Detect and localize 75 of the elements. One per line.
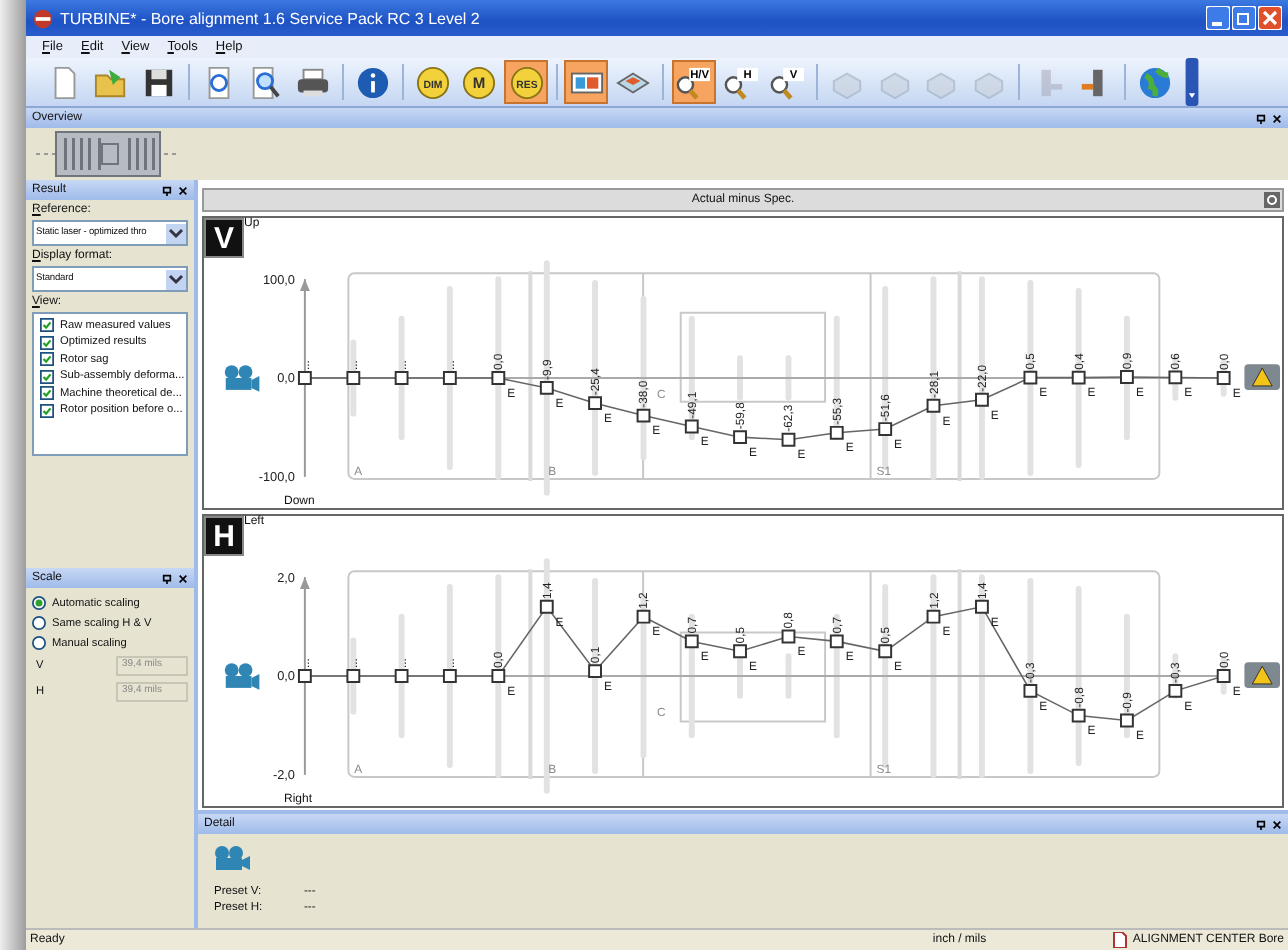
pin-icon[interactable] (1256, 113, 1266, 123)
dropdown-arrow-icon (166, 223, 186, 243)
data-point[interactable] (442, 371, 457, 385)
camera-icon (214, 846, 250, 870)
checkbox[interactable] (40, 386, 54, 400)
close-icon[interactable] (1272, 113, 1282, 123)
data-point[interactable] (1168, 370, 1183, 385)
data-point[interactable] (733, 430, 747, 445)
data-point[interactable] (878, 644, 893, 659)
data-point[interactable] (878, 422, 893, 436)
data-point[interactable] (539, 599, 554, 614)
camera-icon[interactable] (224, 663, 260, 690)
minimize-icon[interactable] (1206, 6, 1230, 30)
data-point[interactable] (1023, 683, 1038, 698)
checkbox[interactable] (40, 335, 54, 349)
restore-icon[interactable] (1232, 6, 1256, 30)
data-point[interactable] (1216, 371, 1231, 385)
window-title: TURBINE* - Bore alignment 1.6 Service Pack RC 3 Level 2 (60, 9, 482, 27)
warning-icon[interactable] (1244, 662, 1280, 688)
data-point[interactable] (781, 432, 796, 447)
view-badge: V (204, 218, 244, 258)
warning-icon[interactable] (1244, 364, 1280, 390)
checkbox[interactable] (40, 369, 54, 383)
data-point[interactable] (346, 669, 361, 683)
data-point[interactable] (684, 634, 699, 649)
data-point[interactable] (297, 371, 312, 385)
rotor-overview-drawing (36, 130, 180, 178)
pin-icon[interactable] (1256, 819, 1266, 829)
display-icon[interactable] (564, 60, 608, 104)
data-point[interactable] (684, 419, 699, 434)
data-point[interactable] (297, 669, 312, 683)
data-point[interactable] (829, 634, 844, 649)
data-point[interactable] (346, 371, 361, 385)
data-point[interactable] (1120, 370, 1134, 384)
radio-button[interactable] (32, 596, 46, 610)
data-point[interactable] (781, 629, 796, 644)
data-point[interactable] (1120, 713, 1134, 728)
data-point[interactable] (1071, 370, 1086, 385)
pin-icon[interactable] (162, 185, 172, 195)
data-point[interactable] (442, 669, 457, 683)
radio-button[interactable] (32, 636, 46, 650)
data-point[interactable] (1071, 708, 1086, 723)
data-point[interactable] (975, 392, 989, 407)
data-point[interactable] (539, 381, 554, 395)
data-point[interactable] (636, 408, 651, 423)
close-icon[interactable] (1272, 819, 1282, 829)
settings-icon[interactable] (1264, 192, 1280, 208)
data-point[interactable] (1216, 669, 1231, 683)
data-point[interactable] (926, 609, 941, 624)
dropdown-arrow-icon (166, 269, 186, 289)
document-icon (1112, 932, 1129, 948)
radio-button[interactable] (32, 616, 46, 630)
data-point[interactable] (491, 371, 506, 385)
data-point[interactable] (588, 396, 602, 411)
toolbar-options-icon[interactable] (1184, 58, 1200, 106)
view-badge: H (204, 516, 244, 556)
data-point[interactable] (975, 599, 989, 614)
close-icon[interactable] (178, 573, 188, 583)
data-point[interactable] (394, 669, 409, 683)
data-point[interactable] (394, 371, 409, 385)
data-point[interactable] (829, 425, 844, 440)
pin-icon[interactable] (162, 573, 172, 583)
data-point[interactable] (733, 644, 747, 659)
data-point[interactable] (926, 398, 941, 413)
camera-icon[interactable] (224, 365, 260, 392)
checkbox[interactable] (40, 318, 54, 332)
icon-label: M (472, 72, 486, 91)
data-point[interactable] (491, 669, 506, 683)
data-point[interactable] (1023, 370, 1038, 385)
data-point[interactable] (636, 609, 651, 624)
checkbox[interactable] (40, 352, 54, 366)
data-point[interactable] (1168, 683, 1183, 698)
checkbox[interactable] (40, 403, 54, 417)
data-point[interactable] (588, 664, 602, 678)
close-icon[interactable] (178, 185, 188, 195)
